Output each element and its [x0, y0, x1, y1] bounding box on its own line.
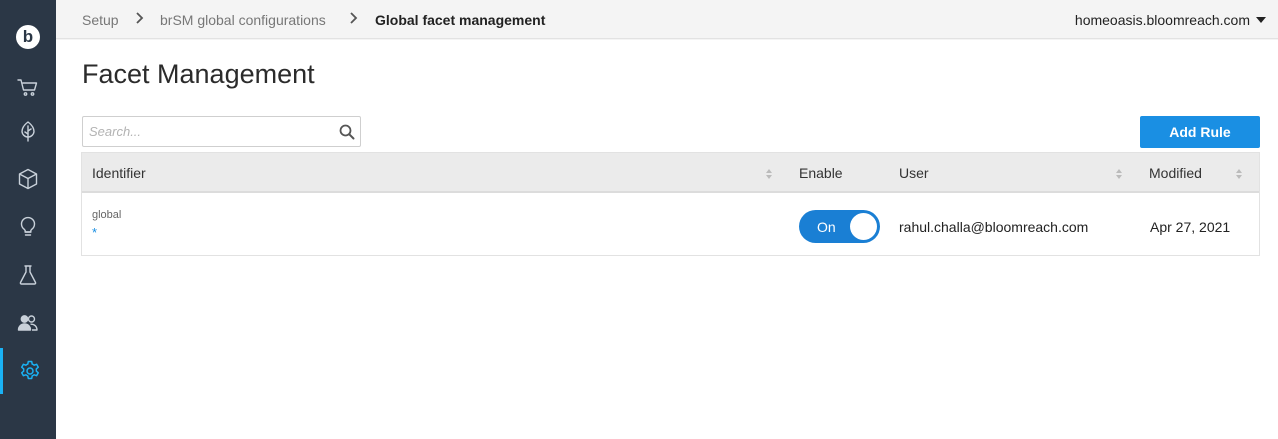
sidebar-item-experiments[interactable] [0, 252, 56, 298]
top-bar: Setup brSM global configurations Global … [56, 0, 1278, 39]
cube-icon [18, 168, 38, 190]
column-header-enable: Enable [799, 165, 843, 181]
sort-icon[interactable] [1235, 168, 1243, 180]
page-title: Facet Management [82, 59, 315, 89]
search-box [82, 116, 361, 147]
chevron-right-icon [350, 12, 358, 24]
table-row[interactable]: global * On rahul.challa@bloomreach.com … [82, 195, 1259, 255]
cart-icon [17, 79, 38, 96]
caret-down-icon[interactable] [1256, 17, 1266, 23]
main-content: Facet Management Add Rule Identifier Ena… [56, 40, 1278, 439]
add-rule-button[interactable]: Add Rule [1140, 116, 1260, 148]
sidebar-item-catalog[interactable] [0, 156, 56, 202]
column-header-modified[interactable]: Modified [1149, 165, 1202, 181]
identifier-pattern: * [92, 225, 98, 240]
sidebar-item-settings[interactable] [0, 348, 56, 394]
leaf-icon [21, 121, 35, 142]
chevron-right-icon [136, 12, 144, 24]
sort-icon[interactable] [765, 168, 773, 180]
user-cell: rahul.challa@bloomreach.com [899, 219, 1089, 235]
toggle-knob [850, 213, 877, 240]
identifier-cell[interactable]: global [92, 209, 121, 221]
breadcrumb-current: Global facet management [375, 12, 546, 28]
sidebar: b [0, 0, 56, 439]
column-header-identifier[interactable]: Identifier [92, 165, 146, 181]
table-header: Identifier Enable User Modified [82, 153, 1259, 193]
sort-icon[interactable] [1115, 168, 1123, 180]
logo-letter: b [22, 27, 34, 46]
sidebar-item-users[interactable] [0, 300, 56, 346]
search-icon[interactable] [339, 124, 355, 140]
users-icon [17, 315, 38, 331]
sidebar-item-commerce[interactable] [0, 64, 56, 110]
sidebar-item-content[interactable] [0, 108, 56, 154]
search-input[interactable] [83, 117, 333, 146]
gear-icon [20, 360, 39, 380]
toggle-label: On [817, 219, 836, 235]
column-header-user[interactable]: User [899, 165, 929, 181]
sidebar-item-insights[interactable] [0, 204, 56, 250]
breadcrumb-setup[interactable]: Setup [82, 12, 119, 28]
flask-icon [19, 265, 37, 285]
lightbulb-icon [20, 216, 36, 236]
bloomreach-logo[interactable]: b [16, 25, 40, 49]
enable-toggle[interactable]: On [799, 210, 880, 243]
breadcrumb-brsm-global-configurations[interactable]: brSM global configurations [160, 12, 326, 28]
account-selector[interactable]: homeoasis.bloomreach.com [1075, 12, 1250, 28]
modified-cell: Apr 27, 2021 [1150, 219, 1231, 235]
facet-rules-table: Identifier Enable User Modified global *… [81, 152, 1260, 256]
